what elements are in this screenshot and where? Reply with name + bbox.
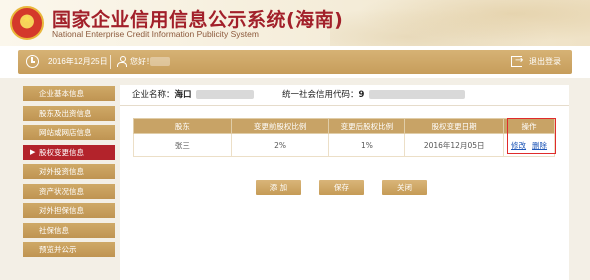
credit-code-value: 9 <box>358 90 365 100</box>
cell-before-ratio: 2% <box>230 133 330 157</box>
credit-code-label: 统一社会信用代码： <box>282 90 359 100</box>
credit-code-row: 统一社会信用代码：9 <box>282 88 466 100</box>
sidebar-item-label: 股权变更信息 <box>39 147 84 157</box>
cell-change-date: 2016年12月05日 <box>404 133 505 157</box>
current-date: 2016年12月25日 <box>48 57 108 66</box>
username-redacted <box>150 57 170 66</box>
logout-link[interactable]: 退出登录 <box>529 56 561 67</box>
table-header-row: 股东 变更前股权比例 变更后股权比例 股权变更日期 操作 <box>133 118 555 134</box>
sidebar-item-shareholder-info[interactable]: 股东及出资信息 <box>23 105 115 121</box>
sidebar-item-asset-info[interactable]: 资产状况信息 <box>23 183 115 199</box>
status-bar-inner: 2016年12月25日 您好！ 退出登录 <box>18 50 572 74</box>
col-header-before-ratio: 变更前股权比例 <box>230 118 330 134</box>
save-button[interactable]: 保存 <box>319 180 364 195</box>
company-name-redacted <box>196 90 255 99</box>
sidebar-item-social-security[interactable]: 社保信息 <box>23 222 115 238</box>
main-panel: 企业名称：海口 统一社会信用代码：9 股东 变更前股权比例 变更后股权比例 股权… <box>120 85 569 280</box>
national-emblem-icon: ★ <box>10 6 44 40</box>
col-header-after-ratio: 变更后股权比例 <box>328 118 406 134</box>
sidebar-item-label: 社保信息 <box>39 225 69 235</box>
sidebar-item-investment-info[interactable]: 对外投资信息 <box>23 164 115 179</box>
site-title: 国家企业信用信息公示系统(海南) <box>52 9 344 31</box>
sidebar-item-label: 股东及出资信息 <box>39 108 92 118</box>
status-divider <box>110 55 111 69</box>
status-bar: 2016年12月25日 您好！ 退出登录 <box>0 46 590 78</box>
logout-icon[interactable] <box>511 54 523 68</box>
sidebar-item-website-info[interactable]: 网站或网店信息 <box>23 125 115 140</box>
user-icon <box>117 56 127 67</box>
company-name-value: 海口 <box>174 90 192 100</box>
cell-shareholder: 张三 <box>133 133 232 157</box>
site-subtitle: National Enterprise Credit Information P… <box>52 29 259 39</box>
table-row: 张三 2% 1% 2016年12月05日 修改 删除 <box>133 133 555 157</box>
header-decoration <box>330 0 590 46</box>
sidebar-item-label: 网站或网店信息 <box>39 128 92 137</box>
emblem-star: ★ <box>21 12 33 26</box>
col-header-shareholder: 股东 <box>133 118 232 134</box>
site-header: ★ 国家企业信用信息公示系统(海南) National Enterprise C… <box>0 0 590 46</box>
equity-change-table: 股东 变更前股权比例 变更后股权比例 股权变更日期 操作 张三 2% 1% 20… <box>133 118 555 157</box>
sidebar-item-equity-change[interactable]: ▶ 股权变更信息 <box>23 144 115 160</box>
sidebar-item-label: 预览并公示 <box>39 245 77 254</box>
header-divider <box>120 105 569 106</box>
sidebar-item-preview-publish[interactable]: 预览并公示 <box>23 242 115 257</box>
col-header-change-date: 股权变更日期 <box>404 118 505 134</box>
sidebar-item-basic-info[interactable]: 企业基本信息 <box>23 86 115 101</box>
sidebar-item-label: 企业基本信息 <box>39 89 84 98</box>
active-arrow-icon: ▶ <box>30 147 36 156</box>
company-name-label: 企业名称： <box>132 90 175 100</box>
sidebar-item-label: 资产状况信息 <box>39 186 84 196</box>
close-button[interactable]: 关闭 <box>382 180 427 195</box>
sidebar-item-guarantee-info[interactable]: 对外担保信息 <box>23 203 115 218</box>
sidebar-nav: 企业基本信息 股东及出资信息 网站或网店信息 ▶ 股权变更信息 对外投资信息 资产… <box>23 86 115 262</box>
sidebar-item-label: 对外担保信息 <box>39 206 84 215</box>
credit-code-redacted <box>369 90 466 99</box>
operation-highlight-box <box>507 118 556 154</box>
cell-after-ratio: 1% <box>328 133 406 157</box>
clock-icon <box>26 55 39 68</box>
company-name-row: 企业名称：海口 <box>132 88 255 100</box>
sidebar-item-label: 对外投资信息 <box>39 167 84 176</box>
add-button[interactable]: 添 加 <box>256 180 301 195</box>
